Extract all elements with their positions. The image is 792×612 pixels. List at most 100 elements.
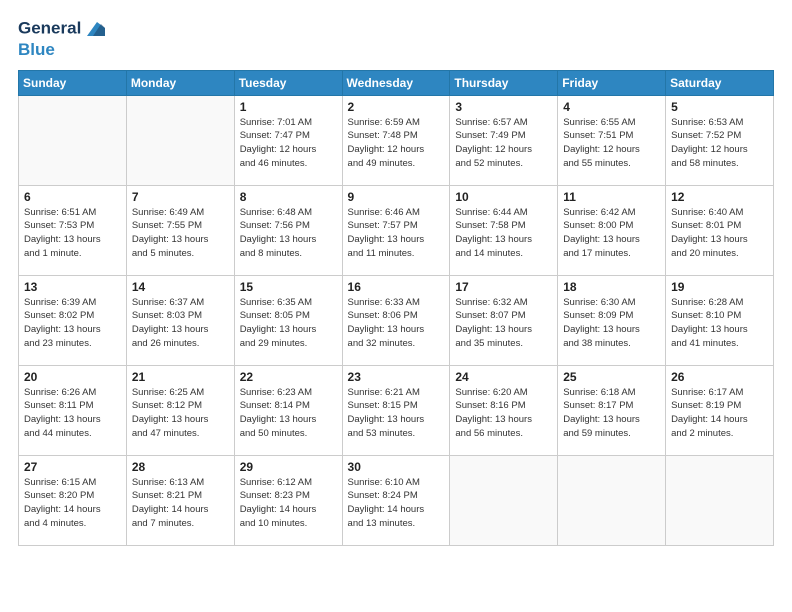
day-number: 24 xyxy=(455,370,552,384)
day-number: 20 xyxy=(24,370,121,384)
calendar-cell xyxy=(19,95,127,185)
calendar-cell: 18 Sunrise: 6:30 AMSunset: 8:09 PMDayligh… xyxy=(558,275,666,365)
logo: GeneralBlue xyxy=(18,18,105,60)
day-number: 1 xyxy=(240,100,337,114)
calendar-cell: 14 Sunrise: 6:37 AMSunset: 8:03 PMDayligh… xyxy=(126,275,234,365)
day-detail: Sunrise: 6:49 AMSunset: 7:55 PMDaylight:… xyxy=(132,206,229,261)
day-detail: Sunrise: 6:12 AMSunset: 8:23 PMDaylight:… xyxy=(240,476,337,531)
calendar-cell: 4 Sunrise: 6:55 AMSunset: 7:51 PMDaylight… xyxy=(558,95,666,185)
day-detail: Sunrise: 6:26 AMSunset: 8:11 PMDaylight:… xyxy=(24,386,121,441)
day-number: 5 xyxy=(671,100,768,114)
day-detail: Sunrise: 6:10 AMSunset: 8:24 PMDaylight:… xyxy=(348,476,445,531)
day-detail: Sunrise: 6:55 AMSunset: 7:51 PMDaylight:… xyxy=(563,116,660,171)
day-number: 10 xyxy=(455,190,552,204)
day-detail: Sunrise: 6:57 AMSunset: 7:49 PMDaylight:… xyxy=(455,116,552,171)
day-header-thursday: Thursday xyxy=(450,70,558,95)
day-number: 8 xyxy=(240,190,337,204)
calendar-cell: 23 Sunrise: 6:21 AMSunset: 8:15 PMDayligh… xyxy=(342,365,450,455)
day-number: 15 xyxy=(240,280,337,294)
calendar-cell: 27 Sunrise: 6:15 AMSunset: 8:20 PMDayligh… xyxy=(19,455,127,545)
calendar-cell: 5 Sunrise: 6:53 AMSunset: 7:52 PMDaylight… xyxy=(666,95,774,185)
day-detail: Sunrise: 6:30 AMSunset: 8:09 PMDaylight:… xyxy=(563,296,660,351)
calendar-cell xyxy=(666,455,774,545)
calendar-cell: 24Sunrise: 6:20 AMSunset: 8:16 PMDayligh… xyxy=(450,365,558,455)
calendar-table: SundayMondayTuesdayWednesdayThursdayFrid… xyxy=(18,70,774,546)
day-detail: Sunrise: 7:01 AMSunset: 7:47 PMDaylight:… xyxy=(240,116,337,171)
day-number: 17 xyxy=(455,280,552,294)
day-number: 7 xyxy=(132,190,229,204)
day-detail: Sunrise: 6:18 AMSunset: 8:17 PMDaylight:… xyxy=(563,386,660,441)
day-number: 28 xyxy=(132,460,229,474)
day-header-tuesday: Tuesday xyxy=(234,70,342,95)
day-number: 4 xyxy=(563,100,660,114)
calendar-week-3: 13Sunrise: 6:39 AMSunset: 8:02 PMDayligh… xyxy=(19,275,774,365)
calendar-cell: 9Sunrise: 6:46 AMSunset: 7:57 PMDaylight… xyxy=(342,185,450,275)
calendar-week-1: 1 Sunrise: 7:01 AMSunset: 7:47 PMDaylight… xyxy=(19,95,774,185)
day-number: 27 xyxy=(24,460,121,474)
calendar-cell: 29 Sunrise: 6:12 AMSunset: 8:23 PMDayligh… xyxy=(234,455,342,545)
day-header-wednesday: Wednesday xyxy=(342,70,450,95)
calendar-cell: 8 Sunrise: 6:48 AMSunset: 7:56 PMDaylight… xyxy=(234,185,342,275)
day-header-monday: Monday xyxy=(126,70,234,95)
calendar-cell xyxy=(126,95,234,185)
day-detail: Sunrise: 6:21 AMSunset: 8:15 PMDaylight:… xyxy=(348,386,445,441)
day-number: 11 xyxy=(563,190,660,204)
calendar-cell: 10 Sunrise: 6:44 AMSunset: 7:58 PMDayligh… xyxy=(450,185,558,275)
logo-text: GeneralBlue xyxy=(18,18,105,60)
calendar-cell: 17 Sunrise: 6:32 AMSunset: 8:07 PMDayligh… xyxy=(450,275,558,365)
day-number: 18 xyxy=(563,280,660,294)
day-detail: Sunrise: 6:37 AMSunset: 8:03 PMDaylight:… xyxy=(132,296,229,351)
calendar-week-4: 20 Sunrise: 6:26 AMSunset: 8:11 PMDayligh… xyxy=(19,365,774,455)
day-number: 22 xyxy=(240,370,337,384)
calendar-week-2: 6Sunrise: 6:51 AMSunset: 7:53 PMDaylight… xyxy=(19,185,774,275)
day-detail: Sunrise: 6:40 AMSunset: 8:01 PMDaylight:… xyxy=(671,206,768,261)
calendar-cell: 15 Sunrise: 6:35 AMSunset: 8:05 PMDayligh… xyxy=(234,275,342,365)
calendar-cell: 1 Sunrise: 7:01 AMSunset: 7:47 PMDaylight… xyxy=(234,95,342,185)
calendar-cell: 13Sunrise: 6:39 AMSunset: 8:02 PMDayligh… xyxy=(19,275,127,365)
day-detail: Sunrise: 6:48 AMSunset: 7:56 PMDaylight:… xyxy=(240,206,337,261)
day-detail: Sunrise: 6:59 AMSunset: 7:48 PMDaylight:… xyxy=(348,116,445,171)
day-number: 3 xyxy=(455,100,552,114)
calendar-cell: 26Sunrise: 6:17 AMSunset: 8:19 PMDayligh… xyxy=(666,365,774,455)
day-detail: Sunrise: 6:15 AMSunset: 8:20 PMDaylight:… xyxy=(24,476,121,531)
calendar-cell: 28 Sunrise: 6:13 AMSunset: 8:21 PMDayligh… xyxy=(126,455,234,545)
calendar-cell: 16 Sunrise: 6:33 AMSunset: 8:06 PMDayligh… xyxy=(342,275,450,365)
day-detail: Sunrise: 6:32 AMSunset: 8:07 PMDaylight:… xyxy=(455,296,552,351)
day-header-friday: Friday xyxy=(558,70,666,95)
day-number: 13 xyxy=(24,280,121,294)
calendar-cell: 12Sunrise: 6:40 AMSunset: 8:01 PMDayligh… xyxy=(666,185,774,275)
calendar-cell: 20 Sunrise: 6:26 AMSunset: 8:11 PMDayligh… xyxy=(19,365,127,455)
logo-icon xyxy=(83,18,105,40)
day-number: 26 xyxy=(671,370,768,384)
calendar-cell: 30 Sunrise: 6:10 AMSunset: 8:24 PMDayligh… xyxy=(342,455,450,545)
page-header: GeneralBlue xyxy=(18,18,774,60)
day-number: 9 xyxy=(348,190,445,204)
calendar-cell: 21 Sunrise: 6:25 AMSunset: 8:12 PMDayligh… xyxy=(126,365,234,455)
day-detail: Sunrise: 6:25 AMSunset: 8:12 PMDaylight:… xyxy=(132,386,229,441)
day-number: 19 xyxy=(671,280,768,294)
day-number: 16 xyxy=(348,280,445,294)
calendar-cell: 25 Sunrise: 6:18 AMSunset: 8:17 PMDayligh… xyxy=(558,365,666,455)
day-number: 25 xyxy=(563,370,660,384)
day-detail: Sunrise: 6:28 AMSunset: 8:10 PMDaylight:… xyxy=(671,296,768,351)
day-detail: Sunrise: 6:44 AMSunset: 7:58 PMDaylight:… xyxy=(455,206,552,261)
day-header-sunday: Sunday xyxy=(19,70,127,95)
calendar-week-5: 27 Sunrise: 6:15 AMSunset: 8:20 PMDayligh… xyxy=(19,455,774,545)
day-detail: Sunrise: 6:35 AMSunset: 8:05 PMDaylight:… xyxy=(240,296,337,351)
calendar-cell xyxy=(450,455,558,545)
day-detail: Sunrise: 6:13 AMSunset: 8:21 PMDaylight:… xyxy=(132,476,229,531)
day-number: 23 xyxy=(348,370,445,384)
calendar-cell: 19 Sunrise: 6:28 AMSunset: 8:10 PMDayligh… xyxy=(666,275,774,365)
day-number: 30 xyxy=(348,460,445,474)
calendar-cell: 22 Sunrise: 6:23 AMSunset: 8:14 PMDayligh… xyxy=(234,365,342,455)
day-number: 14 xyxy=(132,280,229,294)
day-detail: Sunrise: 6:53 AMSunset: 7:52 PMDaylight:… xyxy=(671,116,768,171)
day-number: 29 xyxy=(240,460,337,474)
day-header-saturday: Saturday xyxy=(666,70,774,95)
calendar-header-row: SundayMondayTuesdayWednesdayThursdayFrid… xyxy=(19,70,774,95)
day-detail: Sunrise: 6:33 AMSunset: 8:06 PMDaylight:… xyxy=(348,296,445,351)
day-number: 21 xyxy=(132,370,229,384)
calendar-cell: 2 Sunrise: 6:59 AMSunset: 7:48 PMDaylight… xyxy=(342,95,450,185)
day-number: 2 xyxy=(348,100,445,114)
day-detail: Sunrise: 6:23 AMSunset: 8:14 PMDaylight:… xyxy=(240,386,337,441)
